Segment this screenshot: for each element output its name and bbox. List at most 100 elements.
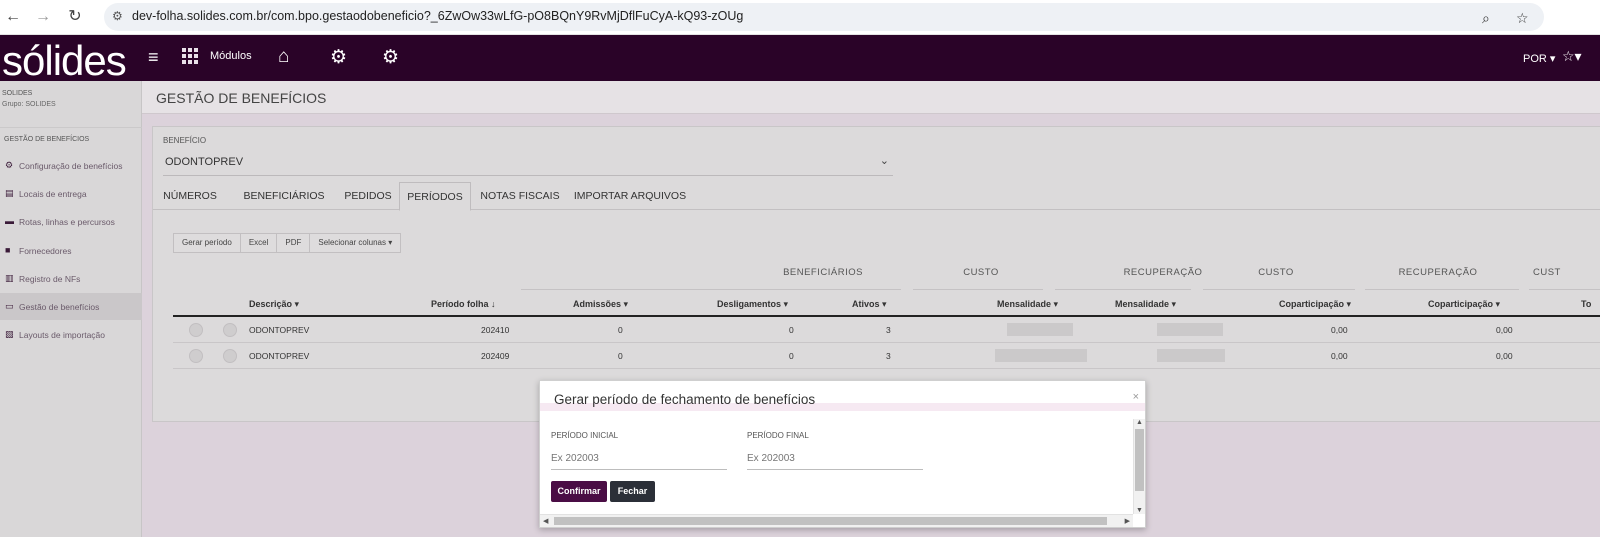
- group-line: [1203, 289, 1355, 290]
- sidebar: SOLIDES Grupo: SOLIDES GESTÃO DE BENEFÍC…: [0, 81, 142, 537]
- zoom-icon[interactable]: ⌕: [1482, 10, 1490, 27]
- clock-icon[interactable]: [223, 323, 237, 337]
- briefcase-icon: ■: [5, 245, 11, 255]
- tab-bar: NÚMEROS BENEFICIÁRIOS PEDIDOS PERÍODOS N…: [153, 182, 1600, 211]
- group-header-custo-3: CUST: [1533, 267, 1561, 278]
- gears-settings-icon[interactable]: ⚙: [382, 46, 399, 69]
- redacted-value: [1157, 323, 1223, 336]
- sidebar-item-locais[interactable]: ▤ Locais de entrega: [0, 180, 142, 207]
- document-icon: ▥: [5, 273, 14, 283]
- bus-icon: ▬: [5, 216, 14, 226]
- tab-numeros[interactable]: NÚMEROS: [153, 182, 227, 210]
- tab-beneficiarios[interactable]: BENEFICIÁRIOS: [231, 182, 337, 210]
- cell-periodo: 202409: [481, 351, 510, 361]
- close-icon[interactable]: ×: [1133, 391, 1139, 403]
- clock-icon[interactable]: [223, 349, 237, 363]
- sidebar-item-layouts[interactable]: ▧ Layouts de importação: [0, 321, 142, 348]
- sidebar-item-registro-nfs[interactable]: ▥ Registro de NFs: [0, 265, 142, 292]
- group-line: [521, 289, 901, 290]
- bookmark-star-icon[interactable]: ☆: [1516, 10, 1529, 27]
- favorites-star-icon[interactable]: ☆▾: [1562, 48, 1582, 65]
- sidebar-item-fornecedores[interactable]: ■ Fornecedores: [0, 237, 142, 264]
- benefit-label: BENEFÍCIO: [163, 136, 207, 145]
- modules-link[interactable]: Módulos: [210, 50, 252, 62]
- excel-button[interactable]: Excel: [239, 233, 278, 253]
- col-header-coparticipacao-recuperacao[interactable]: Coparticipação ▾: [1428, 299, 1500, 310]
- solides-logo[interactable]: sólides: [2, 38, 127, 84]
- language-selector[interactable]: POR ▾: [1523, 52, 1555, 65]
- address-bar[interactable]: ⚙ dev-folha.solides.com.br/com.bpo.gesta…: [104, 3, 1544, 31]
- col-header-desligamentos[interactable]: Desligamentos ▾: [717, 299, 788, 310]
- gears-icon[interactable]: ⚙: [330, 46, 347, 69]
- cell-descricao: ODONTOPREV: [249, 325, 310, 335]
- cell-desligamentos: 0: [789, 325, 794, 335]
- table-toolbar: Gerar período Excel PDF Selecionar colun…: [173, 233, 402, 253]
- modal-title: Gerar período de fechamento de benefício…: [554, 392, 816, 407]
- benefit-card: BENEFÍCIO ODONTOPREV ⌄ NÚMEROS BENEFICIÁ…: [152, 126, 1600, 422]
- browser-toolbar: ← → ↻ ⚙ dev-folha.solides.com.br/com.bpo…: [0, 0, 1600, 35]
- generate-period-modal: Gerar período de fechamento de benefício…: [539, 380, 1146, 528]
- sidebar-item-label: Rotas, linhas e percursos: [19, 217, 115, 227]
- vertical-scrollbar[interactable]: ▲ ▼: [1133, 419, 1145, 514]
- group-header-recuperacao-2: RECUPERAÇÃO: [1398, 267, 1478, 278]
- horizontal-scroll-thumb[interactable]: [554, 517, 1107, 525]
- group-line: [913, 289, 1043, 290]
- start-period-input[interactable]: [551, 447, 727, 470]
- card-icon: ▭: [5, 301, 14, 311]
- col-header-periodo[interactable]: Período folha ↓: [431, 299, 496, 309]
- col-header-admissoes[interactable]: Admissões ▾: [573, 299, 628, 310]
- close-button[interactable]: Fechar: [610, 481, 655, 502]
- url-text[interactable]: dev-folha.solides.com.br/com.bpo.gestaod…: [132, 9, 743, 23]
- tab-pedidos[interactable]: PEDIDOS: [337, 182, 399, 210]
- sidebar-item-label: Locais de entrega: [19, 189, 87, 199]
- company-name: SOLIDES: [2, 90, 33, 97]
- vertical-scroll-thumb[interactable]: [1135, 429, 1144, 491]
- sidebar-item-gestao[interactable]: ▭ Gestão de benefícios: [0, 293, 142, 320]
- modules-grid-icon[interactable]: [182, 48, 198, 64]
- end-period-input[interactable]: [747, 447, 923, 470]
- sidebar-item-label: Configuração de benefícios: [19, 161, 123, 171]
- tab-notas-fiscais[interactable]: NOTAS FISCAIS: [475, 182, 565, 210]
- select-columns-button[interactable]: Selecionar colunas ▾: [309, 233, 402, 253]
- scroll-up-icon[interactable]: ▲: [1136, 419, 1143, 426]
- cell-descricao: ODONTOPREV: [249, 351, 310, 361]
- scroll-right-icon[interactable]: ▶: [1125, 517, 1130, 525]
- tab-periodos[interactable]: PERÍODOS: [399, 182, 471, 211]
- benefit-value: ODONTOPREV: [165, 156, 244, 168]
- back-icon[interactable]: ←: [2, 6, 24, 28]
- sidebar-item-configuracao[interactable]: ⚙ Configuração de benefícios: [0, 152, 142, 179]
- table-row[interactable]: ODONTOPREV 202410 0 0 3 0,00 0,00: [173, 317, 1600, 343]
- col-header-descricao[interactable]: Descrição ▾: [249, 299, 299, 310]
- cell-desligamentos: 0: [789, 351, 794, 361]
- group-line: [1365, 289, 1519, 290]
- col-header-mensalidade-recuperacao[interactable]: Mensalidade ▾: [1115, 299, 1176, 310]
- scroll-down-icon[interactable]: ▼: [1136, 507, 1143, 514]
- forward-icon[interactable]: →: [32, 6, 54, 28]
- confirm-button[interactable]: Confirmar: [551, 481, 607, 502]
- redacted-value: [995, 349, 1087, 362]
- table-row[interactable]: ODONTOPREV 202409 0 0 3 0,00 0,00: [173, 343, 1600, 369]
- benefit-select[interactable]: ODONTOPREV ⌄: [163, 149, 893, 176]
- edit-icon[interactable]: [189, 323, 203, 337]
- menu-icon[interactable]: ≡: [148, 47, 159, 68]
- modal-header: Gerar período de fechamento de benefício…: [540, 381, 1145, 411]
- reload-icon[interactable]: ↻: [64, 6, 86, 28]
- col-header-total[interactable]: To: [1581, 299, 1591, 309]
- site-settings-icon[interactable]: ⚙: [112, 9, 123, 23]
- generate-period-button[interactable]: Gerar período: [173, 233, 241, 253]
- col-header-ativos[interactable]: Ativos ▾: [852, 299, 887, 310]
- cart-icon: ▤: [5, 188, 14, 198]
- col-header-mensalidade-custo[interactable]: Mensalidade ▾: [997, 299, 1058, 310]
- horizontal-scrollbar[interactable]: ◀ ▶: [540, 514, 1133, 527]
- edit-icon[interactable]: [189, 349, 203, 363]
- sidebar-item-rotas[interactable]: ▬ Rotas, linhas e percursos: [0, 208, 142, 235]
- scroll-left-icon[interactable]: ◀: [543, 517, 548, 525]
- group-line: [1529, 289, 1600, 290]
- home-icon[interactable]: ⌂: [278, 46, 289, 68]
- cell-coparticipacao-custo: 0,00: [1331, 325, 1348, 335]
- tab-importar-arquivos[interactable]: IMPORTAR ARQUIVOS: [567, 182, 693, 210]
- col-header-coparticipacao-custo[interactable]: Coparticipação ▾: [1279, 299, 1351, 310]
- pdf-button[interactable]: PDF: [276, 233, 311, 253]
- end-period-label: PERÍODO FINAL: [747, 431, 809, 440]
- redacted-value: [1157, 349, 1225, 362]
